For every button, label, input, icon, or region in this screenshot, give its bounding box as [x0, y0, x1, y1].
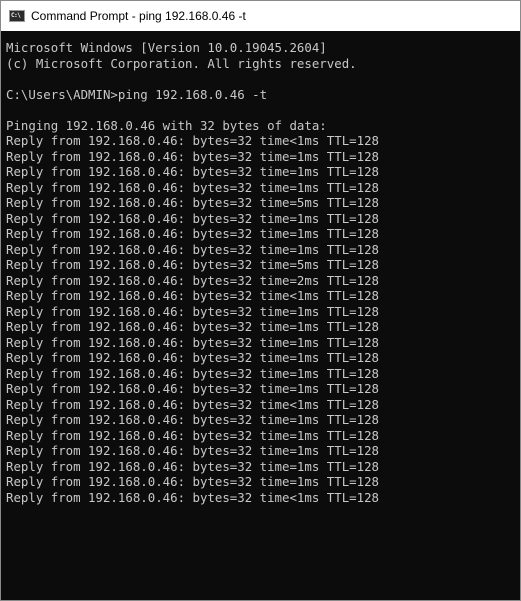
- reply-line: Reply from 192.168.0.46: bytes=32 time=5…: [6, 257, 379, 272]
- command-line: C:\Users\ADMIN>ping 192.168.0.46 -t: [6, 86, 268, 102]
- reply-line: Reply from 192.168.0.46: bytes=32 time=1…: [6, 427, 379, 443]
- reply-line: Reply from 192.168.0.46: bytes=32 time=1…: [6, 179, 379, 195]
- reply-line: Reply from 192.168.0.46: bytes=32 time=2…: [6, 272, 379, 288]
- copyright-line: (c) Microsoft Corporation. All rights re…: [6, 55, 357, 71]
- command-prompt-icon-label: C:\: [11, 12, 21, 19]
- title-bar[interactable]: C:\ Command Prompt - ping 192.168.0.46 -…: [1, 1, 520, 31]
- reply-line: Reply from 192.168.0.46: bytes=32 time<1…: [6, 288, 379, 303]
- reply-line: Reply from 192.168.0.46: bytes=32 time=1…: [6, 365, 379, 381]
- window-title: Command Prompt - ping 192.168.0.46 -t: [31, 9, 246, 23]
- reply-line: Reply from 192.168.0.46: bytes=32 time=5…: [6, 195, 379, 210]
- reply-line: Reply from 192.168.0.46: bytes=32 time=1…: [6, 458, 379, 474]
- reply-line: Reply from 192.168.0.46: bytes=32 time=1…: [6, 412, 379, 427]
- reply-line: Reply from 192.168.0.46: bytes=32 time=1…: [6, 443, 379, 458]
- reply-line: Reply from 192.168.0.46: bytes=32 time=1…: [6, 319, 379, 334]
- reply-line: Reply from 192.168.0.46: bytes=32 time=1…: [6, 210, 379, 226]
- reply-line: Reply from 192.168.0.46: bytes=32 time=1…: [6, 148, 379, 164]
- reply-line: Reply from 192.168.0.46: bytes=32 time=1…: [6, 334, 379, 350]
- reply-lines: Reply from 192.168.0.46: bytes=32 time<1…: [6, 133, 520, 505]
- reply-line: Reply from 192.168.0.46: bytes=32 time=1…: [6, 474, 379, 489]
- command-prompt-window[interactable]: C:\ Command Prompt - ping 192.168.0.46 -…: [0, 0, 521, 601]
- command-prompt-icon: C:\: [9, 10, 25, 22]
- reply-line: Reply from 192.168.0.46: bytes=32 time=1…: [6, 350, 379, 365]
- reply-line: Reply from 192.168.0.46: bytes=32 time<1…: [6, 489, 379, 505]
- version-line: Microsoft Windows [Version 10.0.19045.26…: [6, 40, 327, 55]
- pinging-line: Pinging 192.168.0.46 with 32 bytes of da…: [6, 117, 327, 133]
- reply-line: Reply from 192.168.0.46: bytes=32 time=1…: [6, 226, 379, 241]
- reply-line: Reply from 192.168.0.46: bytes=32 time=1…: [6, 303, 379, 319]
- reply-line: Reply from 192.168.0.46: bytes=32 time<1…: [6, 396, 379, 412]
- reply-line: Reply from 192.168.0.46: bytes=32 time=1…: [6, 164, 379, 179]
- reply-line: Reply from 192.168.0.46: bytes=32 time<1…: [6, 133, 379, 148]
- reply-line: Reply from 192.168.0.46: bytes=32 time=1…: [6, 381, 379, 396]
- console-output[interactable]: Microsoft Windows [Version 10.0.19045.26…: [1, 31, 520, 600]
- reply-line: Reply from 192.168.0.46: bytes=32 time=1…: [6, 241, 379, 257]
